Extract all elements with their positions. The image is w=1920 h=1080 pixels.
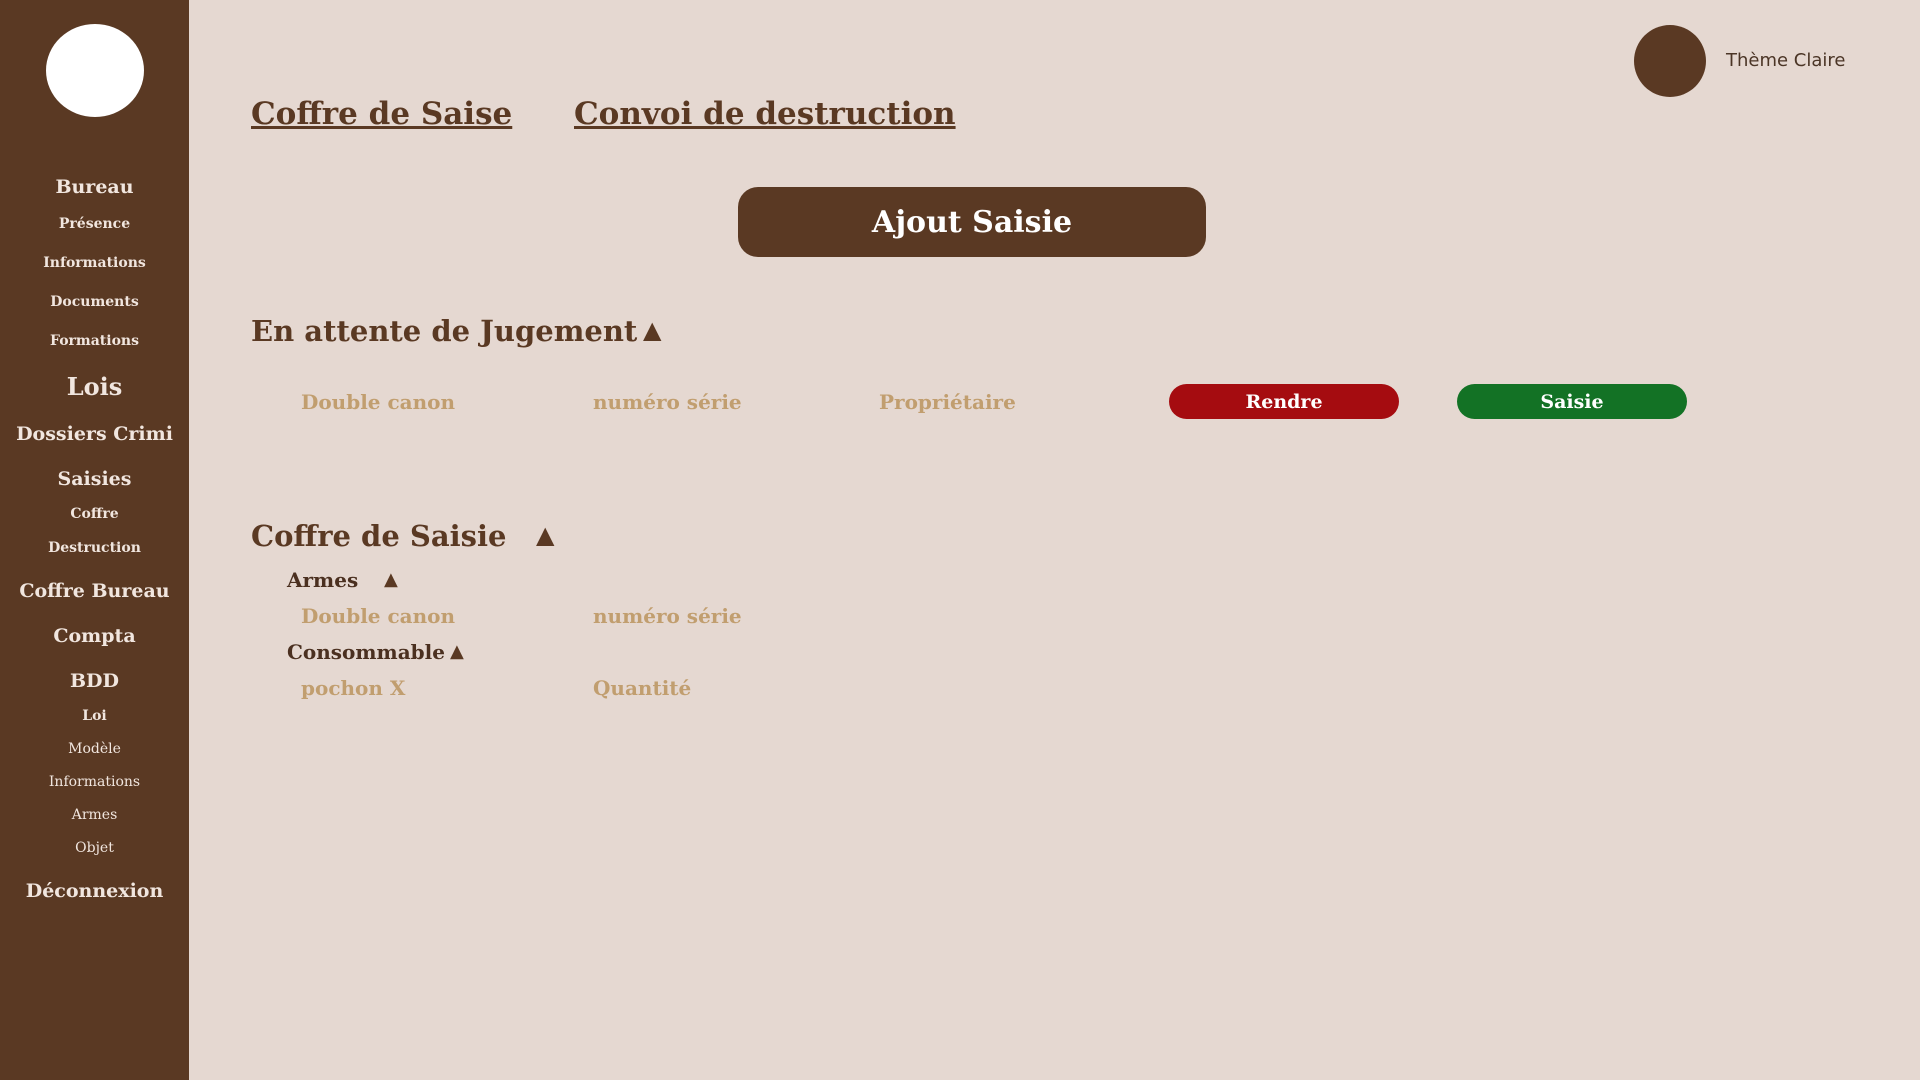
pending-item-name: Double canon — [301, 390, 456, 414]
sidebar-item-compta[interactable]: Compta — [0, 625, 189, 647]
consumables-collapse-icon[interactable]: ▲ — [450, 641, 464, 662]
tab-coffre-de-saise[interactable]: Coffre de Saise — [251, 96, 512, 132]
sidebar-item-presence[interactable]: Présence — [0, 216, 189, 232]
seize-button[interactable]: Saisie — [1457, 384, 1687, 419]
weapons-collapse-icon[interactable]: ▲ — [384, 569, 398, 590]
sidebar-item-saisies[interactable]: Saisies — [0, 468, 189, 490]
sidebar-item-documents[interactable]: Documents — [0, 294, 189, 310]
sidebar-item-destruction[interactable]: Destruction — [0, 540, 189, 556]
pending-item-serial: numéro série — [593, 390, 742, 414]
sidebar-item-armes[interactable]: Armes — [0, 807, 189, 823]
consumable-item-quantity: Quantité — [593, 676, 692, 700]
weapon-item-serial: numéro série — [593, 604, 742, 628]
sidebar-item-deconnexion[interactable]: Déconnexion — [0, 880, 189, 902]
vault-section-title: Coffre de Saisie — [251, 519, 507, 553]
consumable-item-name: pochon X — [301, 676, 406, 700]
theme-toggle-button[interactable] — [1634, 25, 1706, 97]
sidebar-item-bureau[interactable]: Bureau — [0, 176, 189, 198]
theme-label: Thème Claire — [1726, 50, 1846, 71]
sidebar-item-formations[interactable]: Formations — [0, 333, 189, 349]
sidebar-item-loi[interactable]: Loi — [0, 708, 189, 724]
return-button[interactable]: Rendre — [1169, 384, 1399, 419]
sidebar-item-modele[interactable]: Modèle — [0, 741, 189, 757]
sidebar: Bureau Présence Informations Documents F… — [0, 0, 189, 1080]
sidebar-item-dossiers-crimi[interactable]: Dossiers Crimi — [0, 423, 189, 445]
vault-collapse-icon[interactable]: ▲ — [536, 521, 554, 549]
sidebar-item-bdd-informations[interactable]: Informations — [0, 774, 189, 790]
pending-section-title: En attente de Jugement — [251, 314, 638, 348]
sidebar-item-coffre-bureau[interactable]: Coffre Bureau — [0, 580, 189, 602]
weapons-subsection-title: Armes — [287, 568, 359, 592]
consumables-subsection-title: Consommable — [287, 640, 445, 664]
add-seizure-button[interactable]: Ajout Saisie — [738, 187, 1206, 257]
tab-convoi-de-destruction[interactable]: Convoi de destruction — [574, 96, 956, 132]
weapon-item-name: Double canon — [301, 604, 456, 628]
sidebar-item-objet[interactable]: Objet — [0, 840, 189, 856]
pending-collapse-icon[interactable]: ▲ — [643, 316, 661, 344]
sidebar-item-informations[interactable]: Informations — [0, 255, 189, 271]
pending-item-owner: Propriétaire — [879, 390, 1016, 414]
logo — [46, 24, 144, 117]
sidebar-item-bdd[interactable]: BDD — [0, 670, 189, 692]
sidebar-item-lois[interactable]: Lois — [0, 372, 189, 401]
sidebar-item-coffre[interactable]: Coffre — [0, 506, 189, 522]
